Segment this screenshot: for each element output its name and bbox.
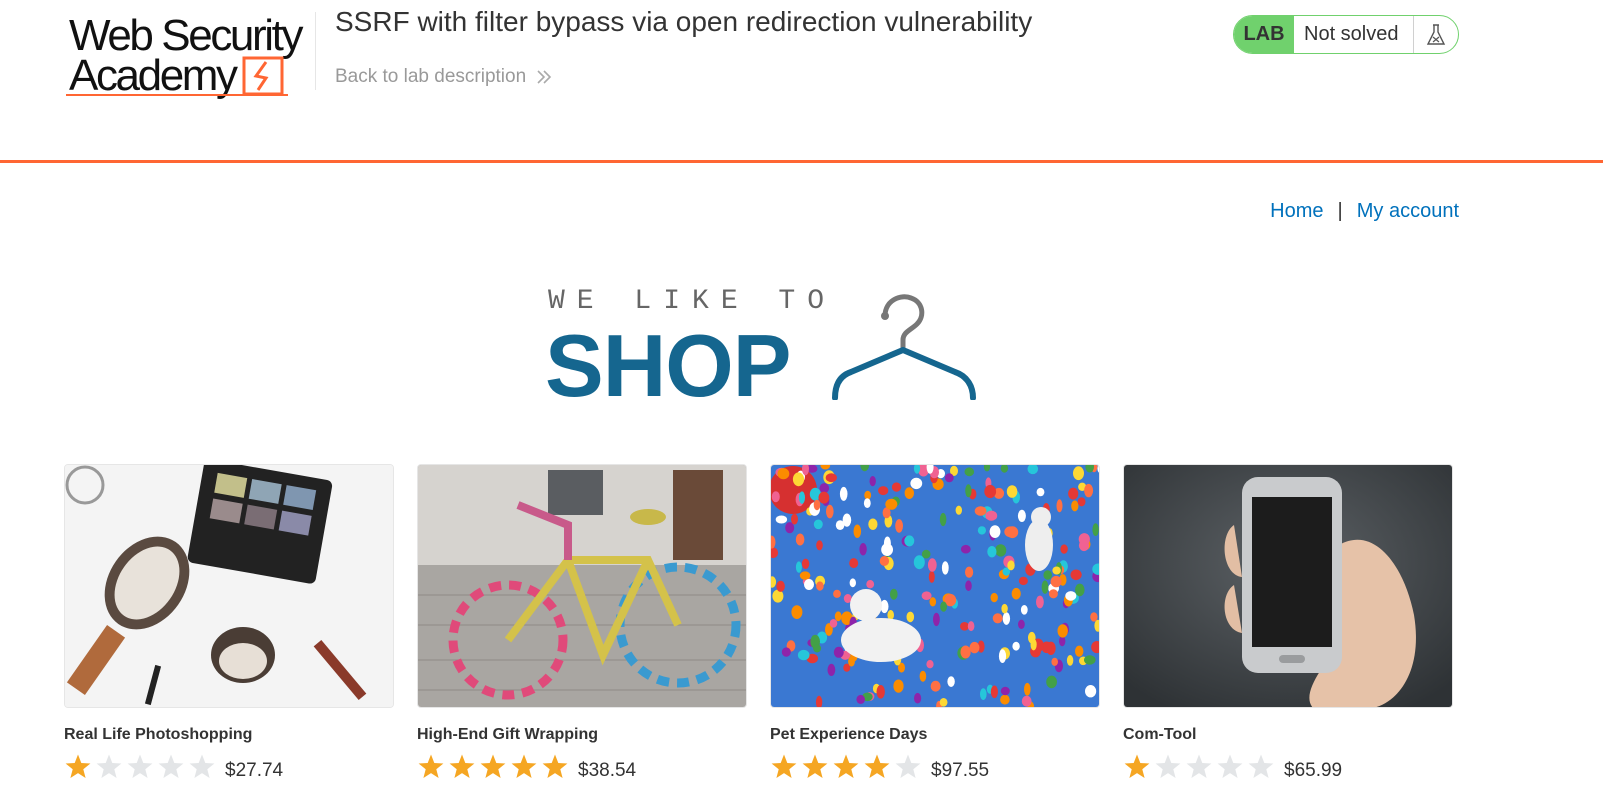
banner-headline: SHOP	[545, 316, 791, 415]
star-filled-icon	[65, 754, 91, 778]
shop-banner: WE LIKE TO SHOP	[545, 285, 985, 415]
product-price: $27.74	[225, 760, 284, 781]
product-rating: $65.99	[1123, 754, 1343, 781]
web-security-academy-logo[interactable]: Web Security Academy	[66, 12, 316, 102]
back-to-lab-description-link[interactable]: Back to lab description	[335, 66, 552, 88]
smartphone-hand-image[interactable]	[1123, 464, 1453, 708]
star-filled-icon	[511, 754, 537, 778]
star-filled-icon	[449, 754, 475, 778]
logo-line2: Academy	[69, 51, 238, 100]
star-filled-icon	[418, 754, 444, 778]
star-empty-icon	[1186, 754, 1212, 778]
star-empty-icon	[1217, 754, 1243, 778]
star-empty-icon	[127, 754, 153, 778]
star-filled-icon	[771, 754, 797, 778]
star-filled-icon	[1124, 754, 1150, 778]
lab-header: Web Security Academy SSRF with filter by…	[0, 0, 1603, 163]
star-filled-icon	[802, 754, 828, 778]
flask-icon	[1414, 16, 1458, 53]
product-name[interactable]: High-End Gift Wrapping	[417, 726, 598, 744]
back-link-label: Back to lab description	[335, 66, 527, 87]
top-navigation: Home | My account	[1270, 200, 1459, 223]
lab-status-widget: LAB Not solved	[1233, 15, 1459, 54]
star-empty-icon	[1248, 754, 1274, 778]
star-empty-icon	[189, 754, 215, 778]
banner-tagline: WE LIKE TO	[548, 286, 837, 317]
my-account-link[interactable]: My account	[1357, 200, 1459, 223]
star-rating	[417, 754, 572, 780]
header-divider	[315, 12, 316, 90]
product-rating: $97.55	[770, 754, 990, 781]
product-price: $65.99	[1284, 760, 1343, 781]
product-name[interactable]: Com-Tool	[1123, 726, 1196, 744]
logo-bolt-icon	[242, 56, 284, 96]
lab-badge: LAB	[1234, 16, 1294, 53]
product-grid: Real Life Photoshopping $27.74 High-End …	[64, 464, 1464, 804]
product-rating: $38.54	[417, 754, 637, 781]
nav-separator: |	[1337, 200, 1343, 222]
lab-status-text: Not solved	[1294, 16, 1414, 53]
star-filled-icon	[480, 754, 506, 778]
logo-underline	[66, 94, 288, 96]
star-empty-icon	[1155, 754, 1181, 778]
star-filled-icon	[833, 754, 859, 778]
makeup-brushes-image[interactable]	[64, 464, 394, 708]
lab-title: SSRF with filter bypass via open redirec…	[335, 6, 1033, 37]
product-name[interactable]: Real Life Photoshopping	[64, 726, 252, 744]
star-filled-icon	[864, 754, 890, 778]
star-empty-icon	[96, 754, 122, 778]
product-price: $38.54	[578, 760, 637, 781]
knitted-bicycle-image[interactable]	[417, 464, 747, 708]
product-price: $97.55	[931, 760, 990, 781]
star-rating	[64, 754, 219, 780]
dogs-balloons-image[interactable]	[770, 464, 1100, 708]
star-empty-icon	[158, 754, 184, 778]
star-rating	[770, 754, 925, 780]
star-empty-icon	[895, 754, 921, 778]
star-rating	[1123, 754, 1278, 780]
home-link[interactable]: Home	[1270, 200, 1323, 223]
product-rating: $27.74	[64, 754, 284, 781]
product-name[interactable]: Pet Experience Days	[770, 726, 927, 744]
hanger-icon	[832, 294, 976, 400]
double-chevron-right-icon	[537, 70, 552, 84]
star-filled-icon	[542, 754, 568, 778]
